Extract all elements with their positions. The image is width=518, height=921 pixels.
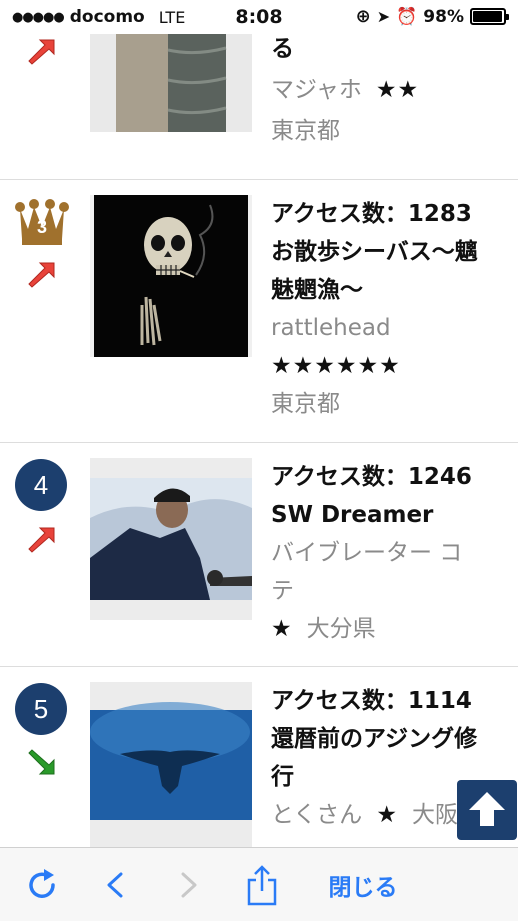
item-user: rattlehead <box>271 315 391 341</box>
item-prefecture: 大分県 <box>306 616 376 642</box>
chevron-left-icon <box>107 872 123 898</box>
item-user: マジャホ <box>271 77 362 103</box>
battery-icon <box>470 8 509 25</box>
item-title-line1: お散歩シーバス〜魑 <box>271 239 478 265</box>
trend-up-icon <box>28 527 55 553</box>
item-title-line1: 還暦前のアジング修 <box>271 726 478 752</box>
thumbnail-image[interactable] <box>90 195 252 357</box>
thumbnail-image[interactable] <box>90 682 252 847</box>
rank-badge: 5 <box>15 683 67 735</box>
item-user: とくさん <box>271 802 363 828</box>
item-access-count: アクセス数：1246 <box>271 464 472 490</box>
item-info: る マジャホ ★★ 東京都 <box>271 30 506 150</box>
item-stars: ★★ <box>375 77 420 103</box>
chevron-right-icon <box>181 872 197 898</box>
item-title-line2: 魅魍漁〜 <box>271 277 363 303</box>
list-item[interactable]: 3 アクセス数：1283 お散歩シーバス〜魑 魅魍漁〜 rattlehead ★… <box>0 181 518 443</box>
item-info: アクセス数：1246 SW Dreamer バイブレーター コ テ ★ 大分県 <box>271 458 506 648</box>
list-item[interactable]: 5 アクセス数：1114 還暦前のアジング修 行 とくさん ★ 大阪府 <box>0 668 518 858</box>
battery-percent: 98% <box>423 6 464 27</box>
rotation-lock-icon: ⊕ <box>355 6 371 27</box>
share-icon <box>247 865 277 906</box>
location-arrow-icon: ➤ <box>376 7 391 26</box>
thumbnail-image[interactable] <box>90 458 252 620</box>
item-user-line1: バイブレーター コ <box>271 540 463 566</box>
item-title-line1: SW Dreamer <box>271 502 434 528</box>
status-bar: ●●●●● docomo LTE 8:08 ⊕ ➤ ⏰ 98% <box>0 0 518 34</box>
browser-toolbar: 閉じる <box>0 847 518 921</box>
reload-button[interactable] <box>20 862 64 908</box>
close-button[interactable]: 閉じる <box>318 862 408 908</box>
item-title: る <box>271 36 294 62</box>
item-info: アクセス数：1283 お散歩シーバス〜魑 魅魍漁〜 rattlehead ★★★… <box>271 195 506 423</box>
item-prefecture: 東京都 <box>271 118 340 144</box>
scroll-to-top-button[interactable] <box>457 780 517 840</box>
item-stars: ★ <box>376 802 398 828</box>
forward-button[interactable] <box>172 862 206 908</box>
item-stars: ★★★★★★ <box>271 353 401 379</box>
trend-down-icon <box>28 749 55 775</box>
arrow-up-icon <box>469 792 505 826</box>
item-prefecture: 東京都 <box>271 391 340 417</box>
trend-up-icon <box>28 39 55 65</box>
back-button[interactable] <box>98 862 132 908</box>
list-item[interactable]: 4 アクセス数：1246 SW Dreamer バイブレーター コ テ ★ 大分… <box>0 444 518 667</box>
item-user-line2: テ <box>271 578 294 604</box>
rank-badge: 4 <box>15 459 67 511</box>
share-button[interactable] <box>240 862 284 908</box>
status-icons: ⊕ ➤ ⏰ 98% <box>355 6 509 27</box>
item-access-count: アクセス数：1114 <box>271 688 472 714</box>
close-label: 閉じる <box>328 875 398 901</box>
alarm-icon: ⏰ <box>396 6 418 27</box>
trend-up-icon <box>28 262 55 288</box>
item-stars: ★ <box>271 616 293 642</box>
item-access-count: アクセス数：1283 <box>271 201 472 227</box>
reload-icon <box>29 869 55 898</box>
rank-number: 3 <box>36 217 47 237</box>
